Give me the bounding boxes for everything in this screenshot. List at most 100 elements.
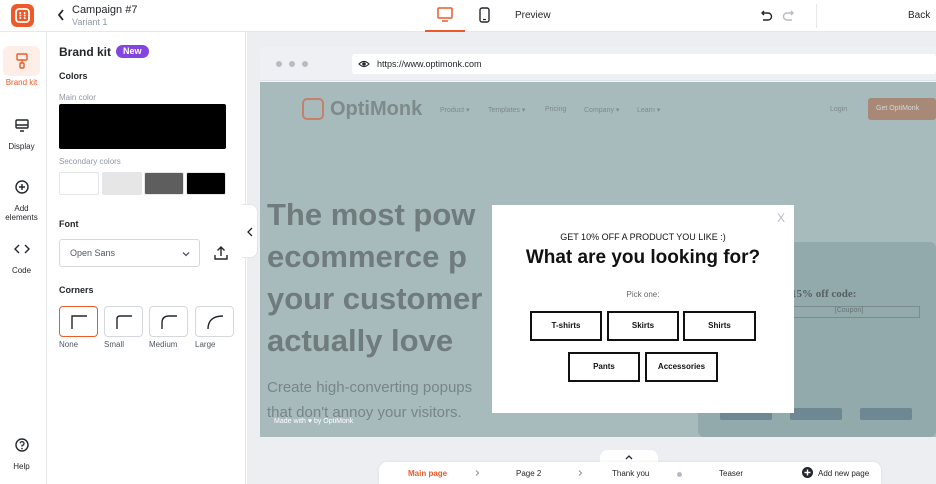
rail-item-add-elements[interactable]: Add elements: [3, 172, 40, 222]
site-nav-item: Learn ▾: [637, 107, 661, 114]
rail-label: Display: [8, 142, 35, 151]
popup-option-button[interactable]: Pants: [568, 352, 640, 382]
corner-label: Large: [195, 340, 216, 349]
hero-line: ecommerce p: [267, 239, 467, 274]
hero-line: your customer: [267, 281, 483, 316]
desktop-icon: [437, 7, 453, 22]
browser-preview: https://www.optimonk.com OptiMonk Produc…: [260, 47, 936, 437]
campaign-title: Campaign #7: [72, 4, 138, 16]
font-select[interactable]: Open Sans: [59, 239, 200, 267]
popup[interactable]: X GET 10% OFF A PRODUCT YOU LIKE :) What…: [492, 205, 794, 413]
chevron-left-icon[interactable]: [56, 8, 66, 22]
rail-item-brand-kit[interactable]: Brand kit: [3, 46, 40, 87]
popup-pick-label: Pick one:: [626, 290, 660, 299]
window-dot: [289, 61, 295, 67]
secondary-color-swatch[interactable]: [186, 172, 226, 195]
rail-item-code[interactable]: Code: [3, 234, 40, 275]
website-background: OptiMonk Product ▾ Templates ▾ Pricing C…: [260, 82, 936, 437]
secondary-color-swatch[interactable]: [102, 172, 142, 195]
corner-none-icon: [71, 315, 87, 329]
desktop-view-button[interactable]: [425, 0, 465, 32]
chevron-right-icon: [578, 470, 583, 476]
site-logo-icon: [302, 98, 324, 120]
corners-heading: Corners: [59, 285, 94, 295]
upload-icon[interactable]: [212, 244, 230, 262]
collapse-panel-button[interactable]: [242, 204, 258, 258]
new-badge: New: [116, 45, 149, 58]
site-nav-item: Product ▾: [440, 107, 470, 114]
panel-title: Brand kit: [59, 45, 112, 59]
add-elements-icon: [14, 180, 29, 194]
corner-option-medium[interactable]: [149, 306, 188, 337]
font-heading: Font: [59, 219, 79, 229]
font-select-value: Open Sans: [70, 248, 116, 258]
divider: [816, 4, 817, 28]
redo-icon[interactable]: [781, 8, 797, 24]
hero-line: actually love: [267, 323, 454, 358]
site-nav-item: Templates ▾: [488, 107, 526, 114]
corner-large-icon: [207, 315, 224, 330]
separator-dot: [677, 472, 682, 477]
brand-kit-icon: [15, 53, 28, 69]
mobile-view-button[interactable]: [471, 0, 499, 32]
url-bar: https://www.optimonk.com: [352, 54, 936, 74]
secondary-color-swatch[interactable]: [59, 172, 99, 195]
help-icon: [14, 438, 29, 452]
side-card-code: [Coupon]: [778, 306, 920, 318]
editor-canvas: https://www.optimonk.com OptiMonk Produc…: [247, 32, 936, 484]
corner-option-none[interactable]: [59, 306, 98, 337]
site-hero: The most pow ecommerce p your customer a…: [267, 194, 482, 362]
corner-option-small[interactable]: [104, 306, 143, 337]
rail-label: Help: [13, 462, 30, 471]
rail-item-display[interactable]: Display: [3, 110, 40, 151]
undo-icon[interactable]: [758, 8, 774, 24]
rail-label: Code: [11, 266, 32, 275]
page-bar: Main page Page 2 Thank you Teaser Add ne…: [379, 462, 881, 484]
page-tab-main-page[interactable]: Main page: [408, 469, 447, 478]
side-card-button: [860, 408, 912, 420]
rail-item-help[interactable]: Help: [3, 430, 40, 471]
site-nav-item: Company ▾: [584, 107, 620, 114]
corner-label: Medium: [149, 340, 178, 349]
browser-chrome: https://www.optimonk.com: [260, 47, 936, 81]
hero-sub-line: Create high-converting popups: [267, 379, 473, 396]
side-card-button: [790, 408, 842, 420]
preview-button[interactable]: Preview: [515, 10, 551, 21]
popup-option-button[interactable]: Shirts: [683, 311, 756, 341]
chevron-left-icon: [247, 227, 253, 237]
add-new-page-button[interactable]: Add new page: [818, 469, 869, 478]
page-tab-teaser[interactable]: Teaser: [719, 469, 743, 478]
popup-option-button[interactable]: Skirts: [607, 311, 679, 341]
site-login: Login: [830, 106, 848, 113]
back-button[interactable]: Back: [908, 10, 930, 21]
chevron-up-icon: [625, 455, 633, 460]
site-cta: Get OptiMonk: [868, 98, 936, 120]
popup-kicker: GET 10% OFF A PRODUCT YOU LIKE :): [560, 232, 726, 242]
corner-label: Small: [104, 340, 125, 349]
main-color-label: Main color: [59, 93, 96, 102]
page-tab-thank-you[interactable]: Thank you: [612, 469, 649, 478]
site-brand: OptiMonk: [330, 98, 423, 120]
popup-option-button[interactable]: Accessories: [645, 352, 718, 382]
variant-name: Variant 1: [72, 17, 108, 27]
main-color-swatch[interactable]: [59, 104, 226, 149]
display-icon: [14, 119, 29, 132]
url-text: https://www.optimonk.com: [377, 59, 482, 69]
corner-medium-icon: [161, 315, 177, 329]
corner-option-large[interactable]: [195, 306, 234, 337]
add-page-icon[interactable]: [802, 467, 813, 478]
brand-kit-panel: Brand kit New Colors Main color Secondar…: [47, 32, 246, 484]
popup-close-button[interactable]: X: [777, 211, 785, 225]
left-rail: Brand kit Display Add elements Code Help: [0, 32, 47, 484]
secondary-colors-label: Secondary colors: [59, 157, 121, 166]
chevron-right-icon: [475, 470, 480, 476]
code-icon: [13, 244, 30, 254]
window-dot: [302, 61, 308, 67]
popup-option-button[interactable]: T-shirts: [530, 311, 602, 341]
optimonk-logo-icon[interactable]: [11, 4, 34, 27]
hero-line: The most pow: [267, 197, 476, 232]
secondary-color-swatch[interactable]: [144, 172, 184, 195]
popup-headline: What are you looking for?: [525, 247, 761, 268]
page-tab-page-2[interactable]: Page 2: [516, 469, 541, 478]
eye-icon: [358, 60, 370, 68]
